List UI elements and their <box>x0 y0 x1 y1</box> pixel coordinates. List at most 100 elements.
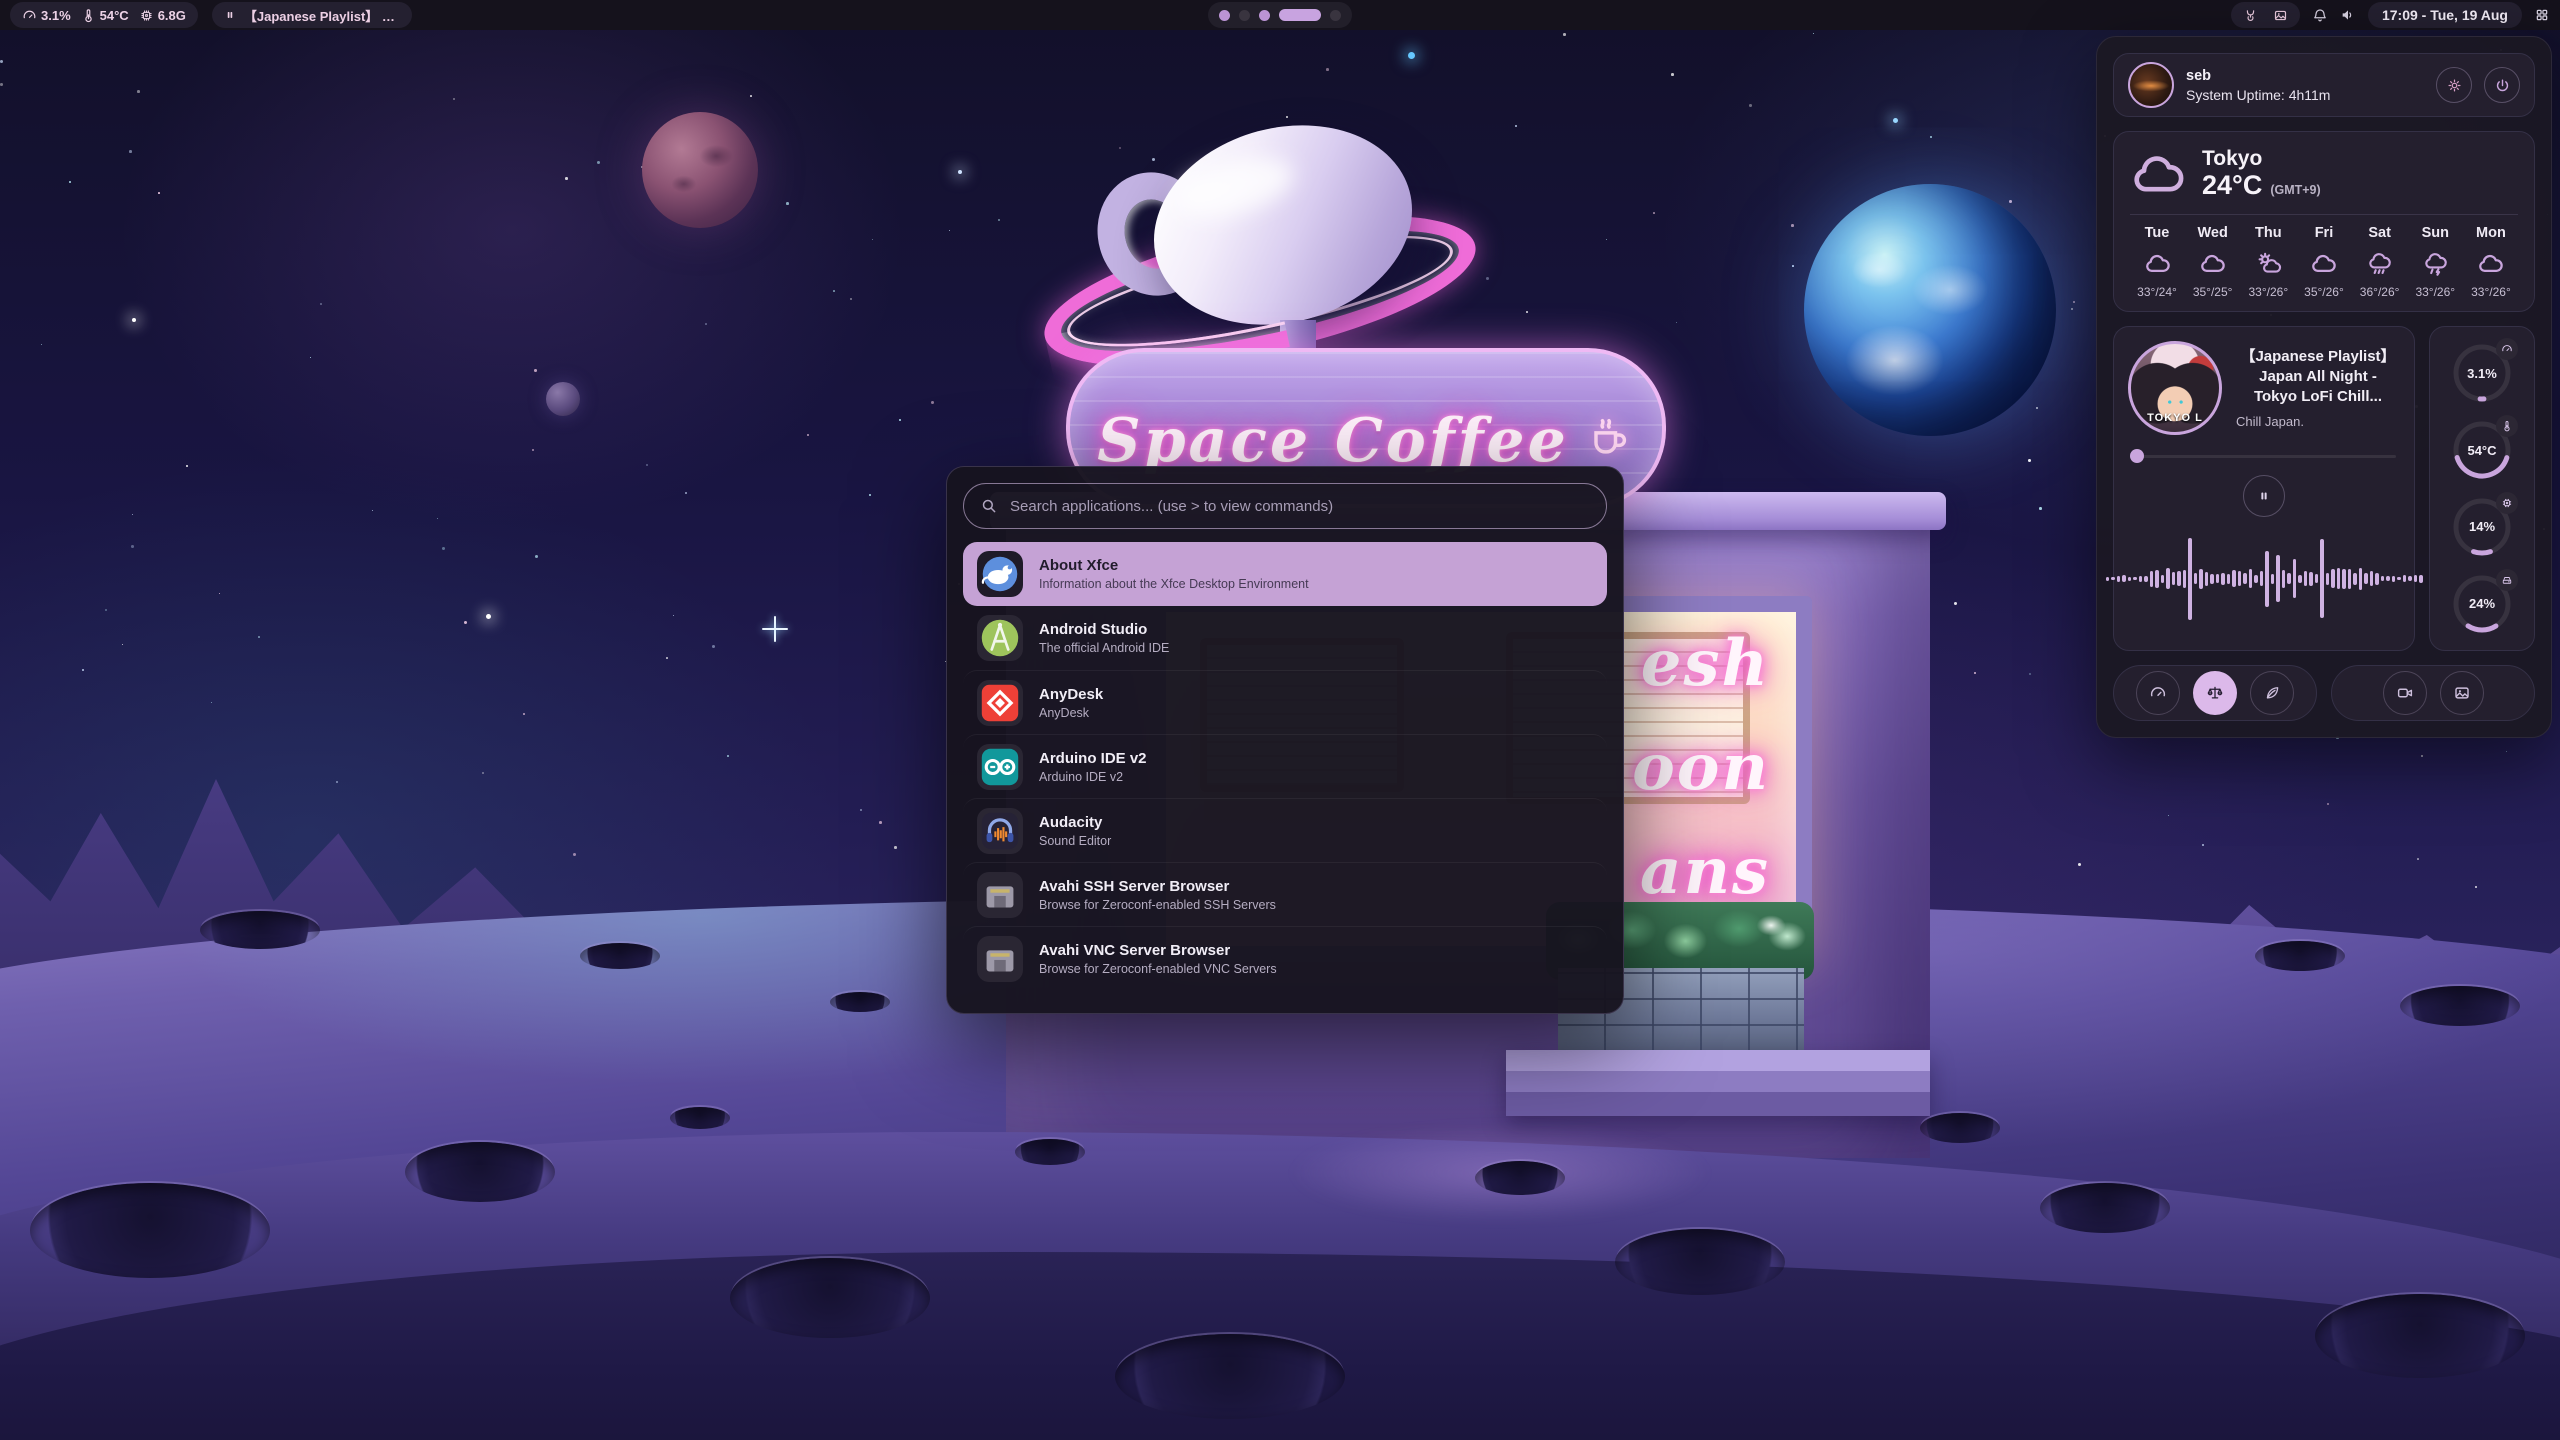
notifications-bell-icon[interactable] <box>2312 7 2328 23</box>
search-input[interactable] <box>1008 497 1590 516</box>
track-title: 【Japanese Playlist】 Japan All Night - To… <box>2236 347 2400 408</box>
waveform-bar <box>2183 570 2187 588</box>
earth-planet <box>1804 184 2056 436</box>
waveform-bar <box>2232 570 2236 587</box>
waveform-bar <box>2287 573 2291 584</box>
app-item[interactable]: AudacitySound Editor <box>963 798 1607 862</box>
leaf-button[interactable] <box>2250 671 2294 715</box>
weather-city: Tokyo <box>2202 147 2321 170</box>
chip-icon <box>139 8 154 23</box>
pause-icon <box>2257 489 2271 503</box>
tray-claw-icon[interactable] <box>2243 8 2258 23</box>
system-tray[interactable] <box>2231 2 2300 28</box>
workspace-switcher[interactable] <box>1208 2 1352 28</box>
search-box[interactable] <box>963 483 1607 529</box>
waveform-bar <box>2249 569 2253 588</box>
gauge-button[interactable] <box>2136 671 2180 715</box>
workspace-dot-1[interactable] <box>1219 10 1230 21</box>
waveform-bar <box>2348 569 2352 589</box>
forecast-temps: 33°/26° <box>2415 285 2455 299</box>
scales-icon <box>2206 684 2224 702</box>
power-icon <box>2494 77 2511 94</box>
stat-chip: 6.8G <box>139 8 186 23</box>
forecast-temps: 33°/24° <box>2137 285 2177 299</box>
cloud-icon <box>2130 146 2186 202</box>
audacity-app-icon <box>977 808 1023 854</box>
forecast-temps: 33°/26° <box>2248 285 2288 299</box>
forecast-day-thu: Thu33°/26° <box>2241 225 2295 299</box>
app-item[interactable]: About XfceInformation about the Xfce Des… <box>963 542 1607 606</box>
tray-photo-icon[interactable] <box>2273 8 2288 23</box>
chip-icon <box>2496 492 2518 514</box>
waveform-bar <box>2111 577 2115 580</box>
shop-steps <box>1506 1050 1930 1116</box>
app-item[interactable]: Android StudioThe official Android IDE <box>963 606 1607 670</box>
waveform-bar <box>2386 576 2390 581</box>
waveform-bar <box>2221 573 2225 585</box>
album-art: TOKYO L <box>2128 341 2222 435</box>
system-gauges-card: 3.1%54°C14%24% <box>2429 326 2535 651</box>
waveform-bar <box>2364 573 2368 584</box>
gauge-icon <box>22 8 37 23</box>
now-playing-pill[interactable]: 【Japanese Playlist】 J... <box>212 2 412 28</box>
waveform-bar <box>2144 576 2148 582</box>
progress-bar[interactable] <box>2128 449 2400 463</box>
power-button[interactable] <box>2484 67 2520 103</box>
app-item[interactable]: Avahi SSH Server BrowserBrowse for Zeroc… <box>963 862 1607 926</box>
app-title: Arduino IDE v2 <box>1039 750 1147 767</box>
photo-button[interactable] <box>2440 671 2484 715</box>
camera-icon <box>2396 684 2414 702</box>
system-stats-pill[interactable]: 3.1%54°C6.8G <box>10 2 198 28</box>
scales-button[interactable] <box>2193 671 2237 715</box>
arduino-app-icon <box>977 744 1023 790</box>
waveform-bar <box>2309 572 2313 586</box>
waveform-bar <box>2265 551 2269 607</box>
music-player-card: TOKYO L 【Japanese Playlist】 Japan All Ni… <box>2113 326 2415 651</box>
search-icon <box>980 497 998 515</box>
neon-sign-text: Space Coffee <box>1097 380 1569 476</box>
sun-cloud-icon <box>2255 250 2282 277</box>
app-title: Android Studio <box>1039 621 1169 638</box>
app-subtitle: Browse for Zeroconf-enabled VNC Servers <box>1039 962 1277 976</box>
clock[interactable]: 17:09 - Tue, 19 Aug <box>2368 2 2522 28</box>
volume-icon[interactable] <box>2340 7 2356 23</box>
weather-timezone: (GMT+9) <box>2270 183 2320 197</box>
forecast-day-tue: Tue33°/24° <box>2130 225 2184 299</box>
weather-forecast: Tue33°/24°Wed35°/25°Thu33°/26°Fri35°/26°… <box>2130 225 2518 299</box>
camera-button[interactable] <box>2383 671 2427 715</box>
waveform-bar <box>2106 577 2110 581</box>
track-subtitle: Chill Japan. <box>2236 414 2400 429</box>
workspace-dot-4[interactable] <box>1279 9 1321 21</box>
app-item[interactable]: Avahi VNC Server BrowserBrowse for Zeroc… <box>963 926 1607 990</box>
system-uptime: System Uptime: 4h11m <box>2186 87 2424 103</box>
waveform-bar <box>2177 571 2181 586</box>
app-item[interactable]: Arduino IDE v2 Arduino IDE v2 <box>963 734 1607 798</box>
media-tools-group <box>2331 665 2535 721</box>
waveform-bar <box>2419 575 2423 583</box>
forecast-day-label: Fri <box>2315 225 2334 241</box>
forecast-day-mon: Mon33°/26° <box>2464 225 2518 299</box>
waveform-bar <box>2216 574 2220 583</box>
app-subtitle: Arduino IDE v2 <box>1039 770 1147 784</box>
forecast-temps: 33°/26° <box>2471 285 2511 299</box>
settings-button[interactable] <box>2436 67 2472 103</box>
waveform-bar <box>2326 573 2330 585</box>
anydesk-app-icon <box>977 680 1023 726</box>
app-subtitle: Information about the Xfce Desktop Envir… <box>1039 577 1309 591</box>
waveform-bar <box>2282 570 2286 588</box>
app-subtitle: Sound Editor <box>1039 834 1111 848</box>
divider <box>2130 214 2518 215</box>
waveform-bar <box>2320 539 2324 618</box>
waveform-bar <box>2331 569 2335 588</box>
progress-knob[interactable] <box>2130 449 2144 463</box>
overview-grid-icon[interactable] <box>2534 7 2550 23</box>
workspace-dot-2[interactable] <box>1239 10 1250 21</box>
waveform-bar <box>2342 569 2346 589</box>
app-item[interactable]: AnyDeskAnyDesk <box>963 670 1607 734</box>
thermometer-icon <box>81 8 96 23</box>
forecast-day-wed: Wed35°/25° <box>2186 225 2240 299</box>
play-pause-button[interactable] <box>2243 475 2285 517</box>
workspace-dot-3[interactable] <box>1259 10 1270 21</box>
waveform-bar <box>2210 574 2214 584</box>
workspace-dot-5[interactable] <box>1330 10 1341 21</box>
